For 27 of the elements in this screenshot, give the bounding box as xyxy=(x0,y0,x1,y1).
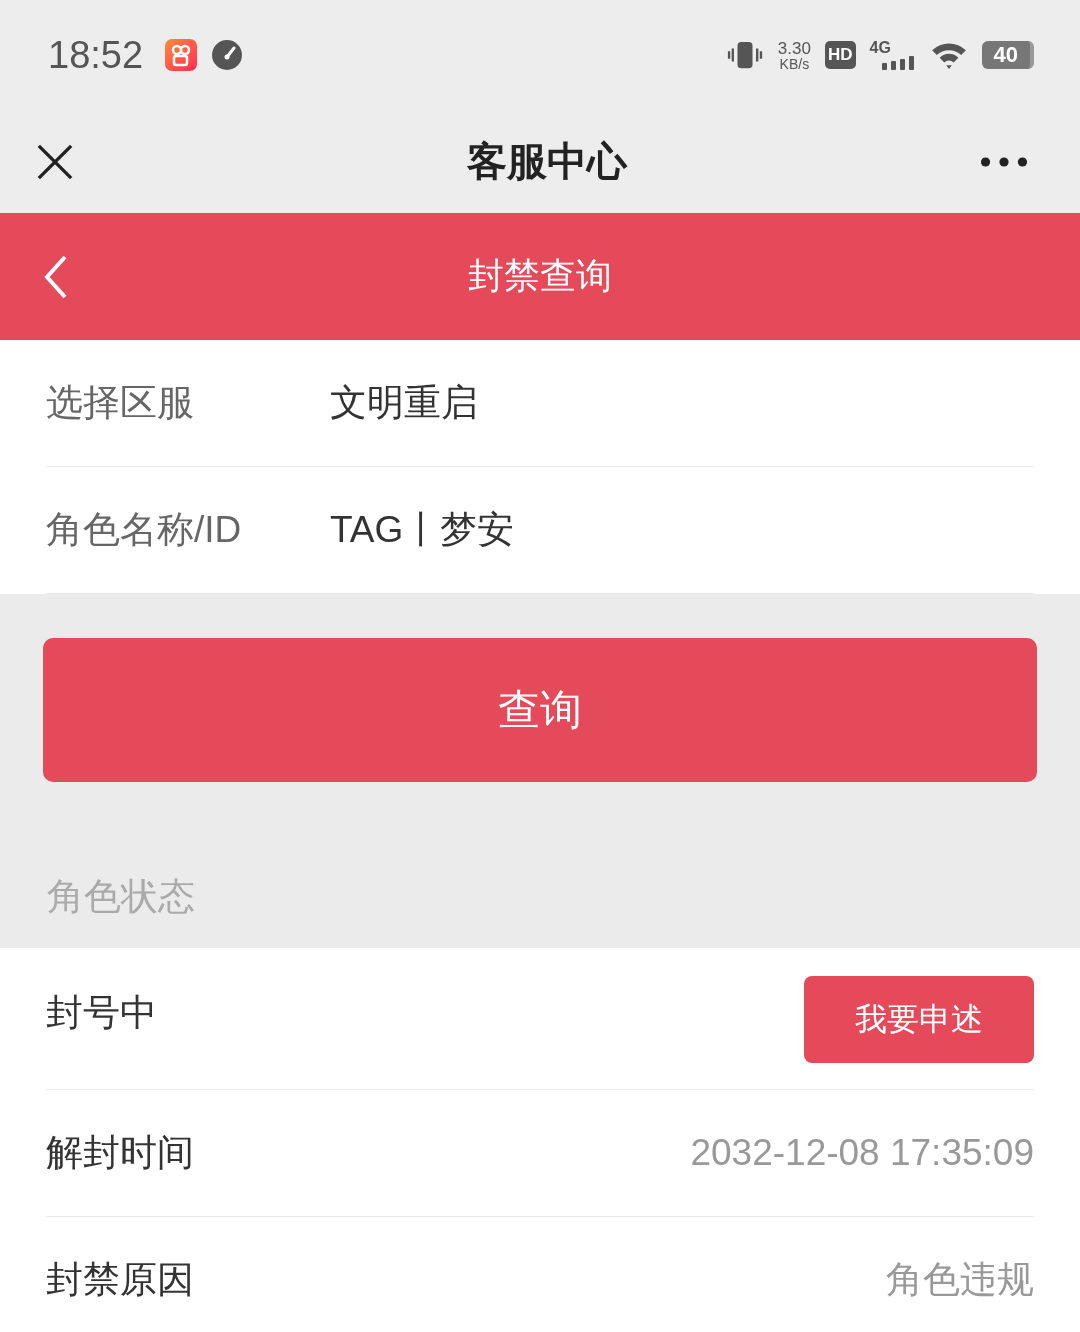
status-label: 封禁原因 xyxy=(46,1258,194,1302)
header-title: 封禁查询 xyxy=(468,254,612,298)
back-icon[interactable] xyxy=(44,255,68,299)
video-app-icon xyxy=(165,39,198,71)
field-value[interactable]: 文明重启 xyxy=(330,378,478,428)
gauge-icon xyxy=(211,39,244,71)
speed-unit: KB/s xyxy=(779,56,810,71)
vibrate-icon xyxy=(725,40,764,70)
field-label: 角色名称/ID xyxy=(46,508,243,552)
appeal-button[interactable]: 我要申述 xyxy=(804,976,1034,1063)
status-label: 解封时间 xyxy=(46,1131,194,1175)
field-label: 选择区服 xyxy=(46,381,195,425)
query-button[interactable]: 查询 xyxy=(43,638,1037,782)
close-icon[interactable] xyxy=(36,142,74,181)
status-value: 角色违规 xyxy=(886,1258,1034,1302)
section-title: 角色状态 xyxy=(47,875,196,919)
status-time: 18:52 xyxy=(48,33,144,77)
more-icon[interactable] xyxy=(980,155,1028,168)
network-speed: 3.30 xyxy=(777,39,811,57)
signal-icon xyxy=(881,56,916,70)
status-label: 封号中 xyxy=(46,991,157,1035)
network-type: 4G xyxy=(869,40,891,56)
page-title: 客服中心 xyxy=(467,138,627,185)
field-value[interactable]: TAG丨梦安 xyxy=(330,505,515,555)
hd-badge: HD xyxy=(824,41,856,69)
status-value: 2032-12-08 17:35:09 xyxy=(690,1132,1034,1174)
battery-icon: 40 xyxy=(981,41,1034,69)
